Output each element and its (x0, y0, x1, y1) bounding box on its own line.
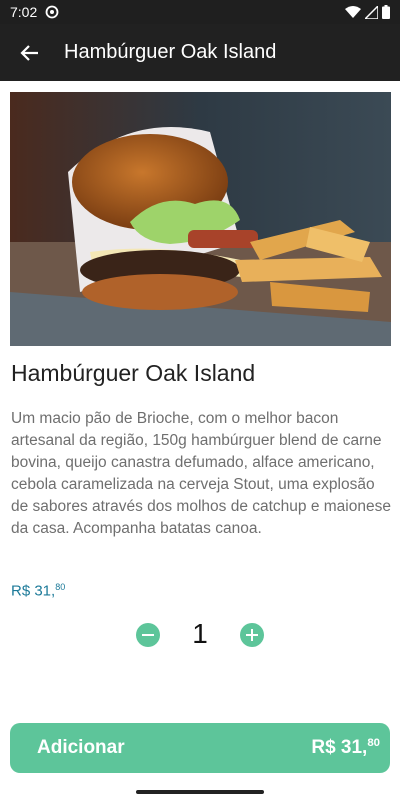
product-title: Hambúrguer Oak Island (11, 360, 256, 386)
add-button-label: Adicionar (37, 737, 125, 758)
back-button[interactable] (0, 24, 60, 81)
signal-icon (365, 5, 378, 19)
status-icons (345, 5, 390, 19)
system-nav-bar (0, 780, 400, 800)
status-bar: 7:02 (0, 0, 400, 24)
quantity-stepper: 1 (0, 617, 400, 653)
price-main: R$ 31, (11, 582, 56, 600)
product-price: R$ 31,80 (11, 582, 65, 599)
arrow-left-icon (20, 44, 38, 61)
product-description: Um macio pão de Brioche, com o melhor ba… (11, 410, 391, 537)
home-indicator[interactable] (136, 790, 264, 794)
quantity-value: 1 (192, 618, 208, 649)
burger-with-fries-photo (10, 92, 391, 346)
status-time: 7:02 (10, 4, 38, 20)
add-button-price: R$ 31,80 (311, 737, 380, 759)
page-title: Hambúrguer Oak Island (64, 41, 277, 63)
add-price-main: R$ 31, (311, 737, 368, 758)
minus-circle-icon[interactable] (136, 623, 160, 647)
add-price-cents: 80 (367, 737, 380, 750)
price-cents: 80 (55, 582, 66, 592)
app-bar: Hambúrguer Oak Island (0, 24, 400, 81)
notification-icon (45, 5, 59, 19)
battery-icon (382, 5, 390, 19)
plus-circle-icon[interactable] (240, 623, 264, 647)
add-to-cart-button[interactable]: Adicionar R$ 31,80 (10, 723, 390, 773)
wifi-icon (345, 5, 361, 18)
